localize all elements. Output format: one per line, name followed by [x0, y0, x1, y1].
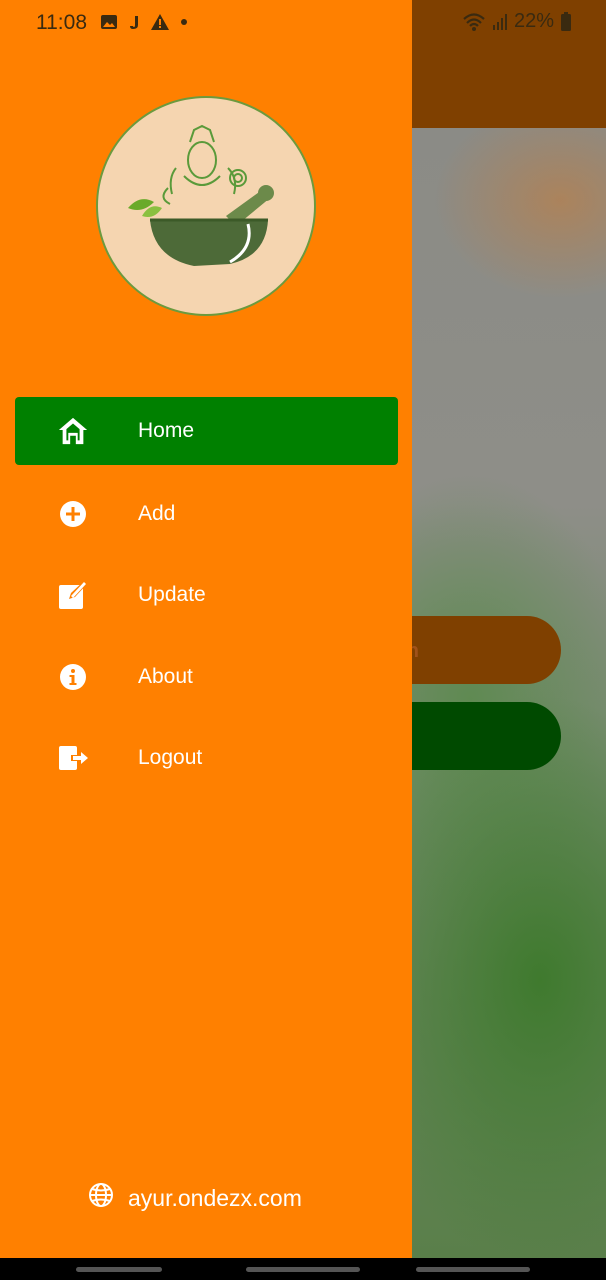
website-link[interactable]: ayur.ondezx.com — [88, 1182, 302, 1214]
image-icon — [101, 15, 117, 29]
menu-label-update: Update — [138, 583, 206, 606]
battery-icon — [561, 11, 571, 31]
status-time: 11:08 — [36, 11, 87, 34]
logout-icon — [57, 742, 89, 774]
info-icon — [57, 661, 89, 693]
navigation-drawer: Home Add Update About Logout ayur.ondezx… — [0, 0, 412, 1258]
menu-label-logout: Logout — [138, 746, 203, 769]
ayurveda-mortar-logo-icon — [128, 124, 274, 266]
website-link-text: ayur.ondezx.com — [128, 1184, 302, 1211]
menu-item-home[interactable]: Home — [15, 397, 398, 465]
signal-icon — [492, 13, 507, 30]
nav-home-button[interactable] — [246, 1267, 360, 1272]
home-icon — [57, 415, 89, 447]
j-icon — [130, 16, 138, 29]
status-indicators: 22% — [462, 10, 572, 33]
menu-label-about: About — [138, 665, 193, 688]
dot-icon — [181, 19, 187, 25]
globe-icon — [88, 1182, 114, 1214]
notification-icons — [100, 13, 188, 31]
system-navigation-bar — [0, 1258, 606, 1280]
warning-icon — [151, 14, 169, 30]
app-logo — [96, 96, 316, 316]
add-circle-icon — [57, 498, 89, 530]
menu-item-update[interactable]: Update — [15, 561, 398, 629]
nav-recent-button[interactable] — [76, 1267, 162, 1272]
status-bar: 11:08 22% — [0, 0, 606, 46]
nav-back-button[interactable] — [416, 1267, 530, 1272]
menu-item-add[interactable]: Add — [15, 480, 398, 548]
menu-item-logout[interactable]: Logout — [15, 724, 398, 792]
edit-icon — [57, 579, 89, 611]
battery-percent: 22% — [513, 10, 554, 32]
wifi-icon — [463, 12, 485, 31]
menu-label-add: Add — [138, 502, 176, 525]
menu-item-about[interactable]: About — [15, 643, 398, 711]
menu-label-home: Home — [138, 419, 195, 442]
